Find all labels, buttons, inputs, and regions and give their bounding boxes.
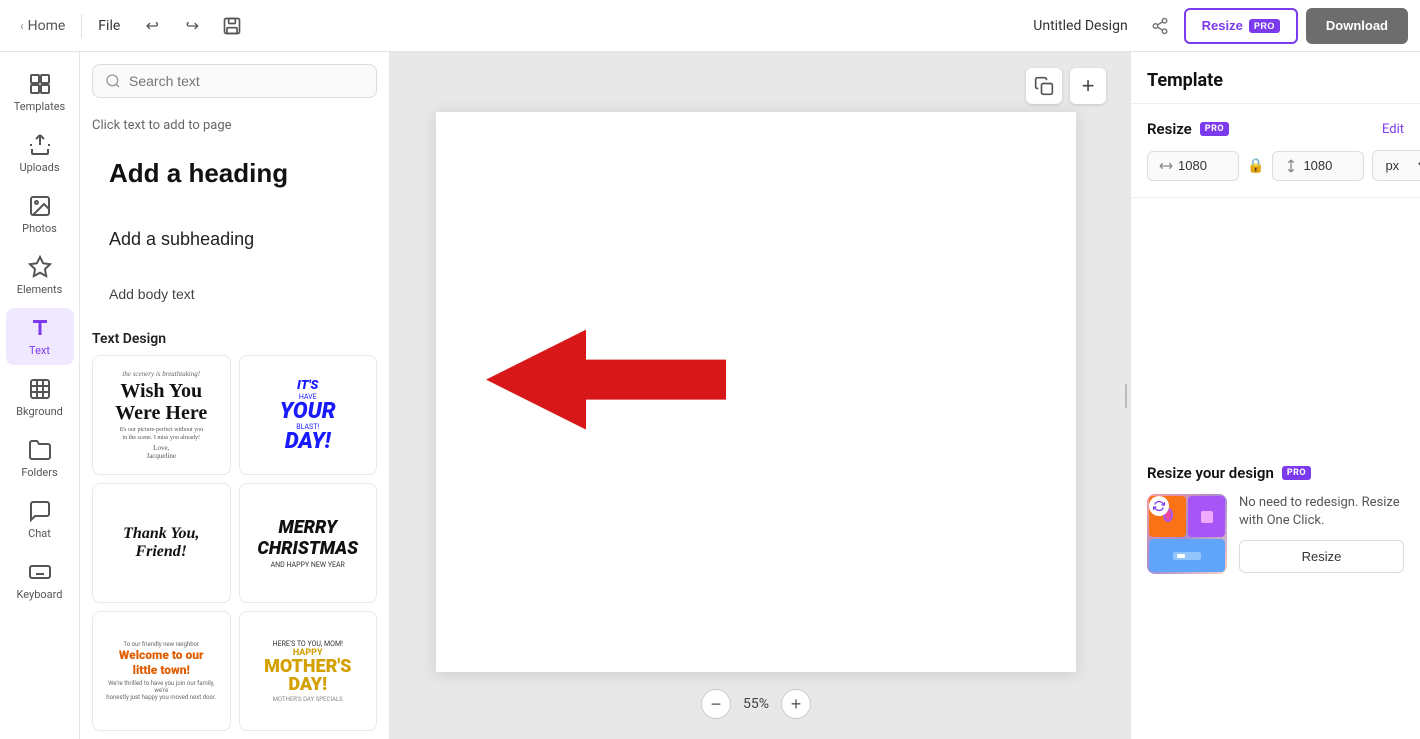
sidebar-icons: Templates Uploads Photos Element <box>0 52 80 739</box>
bkground-label: Bkground <box>16 405 63 418</box>
height-icon <box>1283 158 1299 174</box>
search-input[interactable] <box>129 73 364 89</box>
download-button[interactable]: Download <box>1306 8 1408 44</box>
promo-text: No need to redesign. Resize with One Cli… <box>1239 494 1404 573</box>
width-input[interactable] <box>1178 158 1228 173</box>
text-design-card-6[interactable]: HERE'S TO YOU, MOM! HAPPY MOTHER'S DAY! … <box>239 611 378 731</box>
text-design-title: Text Design <box>80 319 389 355</box>
home-button[interactable]: ‹ Home <box>12 14 73 38</box>
sidebar-item-photos[interactable]: Photos <box>6 186 74 243</box>
panel-collapse-handle[interactable] <box>1122 52 1130 739</box>
elements-label: Elements <box>17 283 63 296</box>
canvas-wrapper[interactable] <box>436 112 1076 672</box>
photos-label: Photos <box>22 222 57 235</box>
edit-link[interactable]: Edit <box>1382 122 1404 137</box>
text-design-card-4[interactable]: MERRY CHRISTMAS AND HAPPY NEW YEAR <box>239 483 378 603</box>
file-menu[interactable]: File <box>90 14 128 38</box>
card1-content: the scenery is breathtaking! Wish YouWer… <box>115 370 207 461</box>
promo-section: Resize your design PRO <box>1131 448 1420 590</box>
topbar-divider <box>81 14 82 38</box>
canvas-bottom-bar: − 55% + <box>701 689 811 719</box>
undo-button[interactable]: ↩ <box>136 10 168 42</box>
chat-label: Chat <box>28 527 51 540</box>
topbar-center: Untitled Design <box>1025 14 1135 38</box>
height-input[interactable] <box>1303 158 1353 173</box>
text-label: Text <box>29 344 50 357</box>
card3-content: Thank You, Friend! <box>101 525 222 561</box>
promo-image <box>1147 494 1227 574</box>
keyboard-label: Keyboard <box>17 588 63 601</box>
sidebar-item-background[interactable]: Bkground <box>6 369 74 426</box>
click-text-label: Click text to add to page <box>80 110 389 137</box>
lock-icon: 🔒 <box>1247 158 1264 174</box>
card4-content: MERRY CHRISTMAS AND HAPPY NEW YEAR <box>257 517 358 569</box>
promo-resize-button[interactable]: Resize <box>1239 540 1404 573</box>
promo-header: Resize your design PRO <box>1147 464 1404 482</box>
card5-content: To our friendly new neighbor Welcome to … <box>101 641 222 701</box>
width-input-wrapper <box>1147 151 1239 181</box>
promo-content: No need to redesign. Resize with One Cli… <box>1147 494 1404 574</box>
resize-section-header: Resize PRO Edit <box>1147 120 1404 138</box>
width-icon <box>1158 158 1174 174</box>
promo-pro-badge: PRO <box>1282 466 1311 480</box>
right-panel-pro-badge: PRO <box>1200 122 1229 136</box>
redo-button[interactable]: ↪ <box>176 10 208 42</box>
text-design-card-5[interactable]: To our friendly new neighbor Welcome to … <box>92 611 231 731</box>
sidebar-item-keyboard[interactable]: Keyboard <box>6 552 74 609</box>
folders-label: Folders <box>21 466 57 479</box>
text-design-card-3[interactable]: Thank You, Friend! <box>92 483 231 603</box>
zoom-out-button[interactable]: − <box>701 689 731 719</box>
card2-content: IT'S HAVE YOUR BLAST! DAY! <box>280 378 336 453</box>
right-panel-title: Template <box>1131 52 1420 104</box>
canvas-toolbar: + <box>1026 68 1106 104</box>
promo-desc: No need to redesign. Resize with One Cli… <box>1239 494 1404 530</box>
unit-select[interactable]: px in cm mm <box>1372 150 1420 181</box>
uploads-label: Uploads <box>19 161 59 174</box>
main-area: Templates Uploads Photos Element <box>0 52 1420 739</box>
design-title[interactable]: Untitled Design <box>1025 14 1135 38</box>
card6-content: HERE'S TO YOU, MOM! HAPPY MOTHER'S DAY! … <box>264 640 351 703</box>
topbar-right: Resize PRO Download <box>1144 8 1408 44</box>
duplicate-page-button[interactable] <box>1026 68 1062 104</box>
sidebar-item-templates[interactable]: Templates <box>6 64 74 121</box>
home-label: Home <box>28 18 66 34</box>
add-body-button[interactable]: Add body text <box>92 275 377 313</box>
share-button[interactable] <box>1144 10 1176 42</box>
sidebar-item-uploads[interactable]: Uploads <box>6 125 74 182</box>
left-panel-text: Click text to add to page Add a heading … <box>80 52 390 739</box>
pro-badge: PRO <box>1249 19 1280 33</box>
sidebar-item-chat[interactable]: Chat <box>6 491 74 548</box>
text-design-card-2[interactable]: IT'S HAVE YOUR BLAST! DAY! <box>239 355 378 475</box>
sidebar-item-elements[interactable]: Elements <box>6 247 74 304</box>
height-input-wrapper <box>1272 151 1364 181</box>
text-design-card-1[interactable]: the scenery is breathtaking! Wish YouWer… <box>92 355 231 475</box>
search-icon <box>105 73 121 89</box>
sidebar-item-folders[interactable]: Folders <box>6 430 74 487</box>
save-button[interactable] <box>216 10 248 42</box>
templates-label: Templates <box>14 100 65 113</box>
zoom-level: 55% <box>743 696 769 712</box>
text-design-grid: the scenery is breathtaking! Wish YouWer… <box>80 355 389 739</box>
add-heading-button[interactable]: Add a heading <box>92 143 377 204</box>
resize-section: Resize PRO Edit 🔒 <box>1131 104 1420 198</box>
resize-label: Resize <box>1202 18 1243 33</box>
resize-pro-button[interactable]: Resize PRO <box>1184 8 1298 44</box>
canvas-area: + − 55% + <box>390 52 1122 739</box>
search-bar[interactable] <box>92 64 377 98</box>
dimensions-row: 🔒 px in cm mm <box>1147 150 1404 181</box>
topbar-left: ‹ Home File ↩ ↪ <box>12 10 1017 42</box>
sidebar-item-text[interactable]: Text <box>6 308 74 365</box>
add-page-button[interactable]: + <box>1070 68 1106 104</box>
red-arrow <box>486 330 726 434</box>
right-panel: Template Resize PRO Edit 🔒 <box>1130 52 1420 739</box>
topbar: ‹ Home File ↩ ↪ Untitled Design Resize <box>0 0 1420 52</box>
zoom-in-button[interactable]: + <box>781 689 811 719</box>
promo-title: Resize your design <box>1147 464 1274 482</box>
resize-section-label: Resize <box>1147 120 1192 138</box>
add-subheading-button[interactable]: Add a subheading <box>92 216 377 263</box>
